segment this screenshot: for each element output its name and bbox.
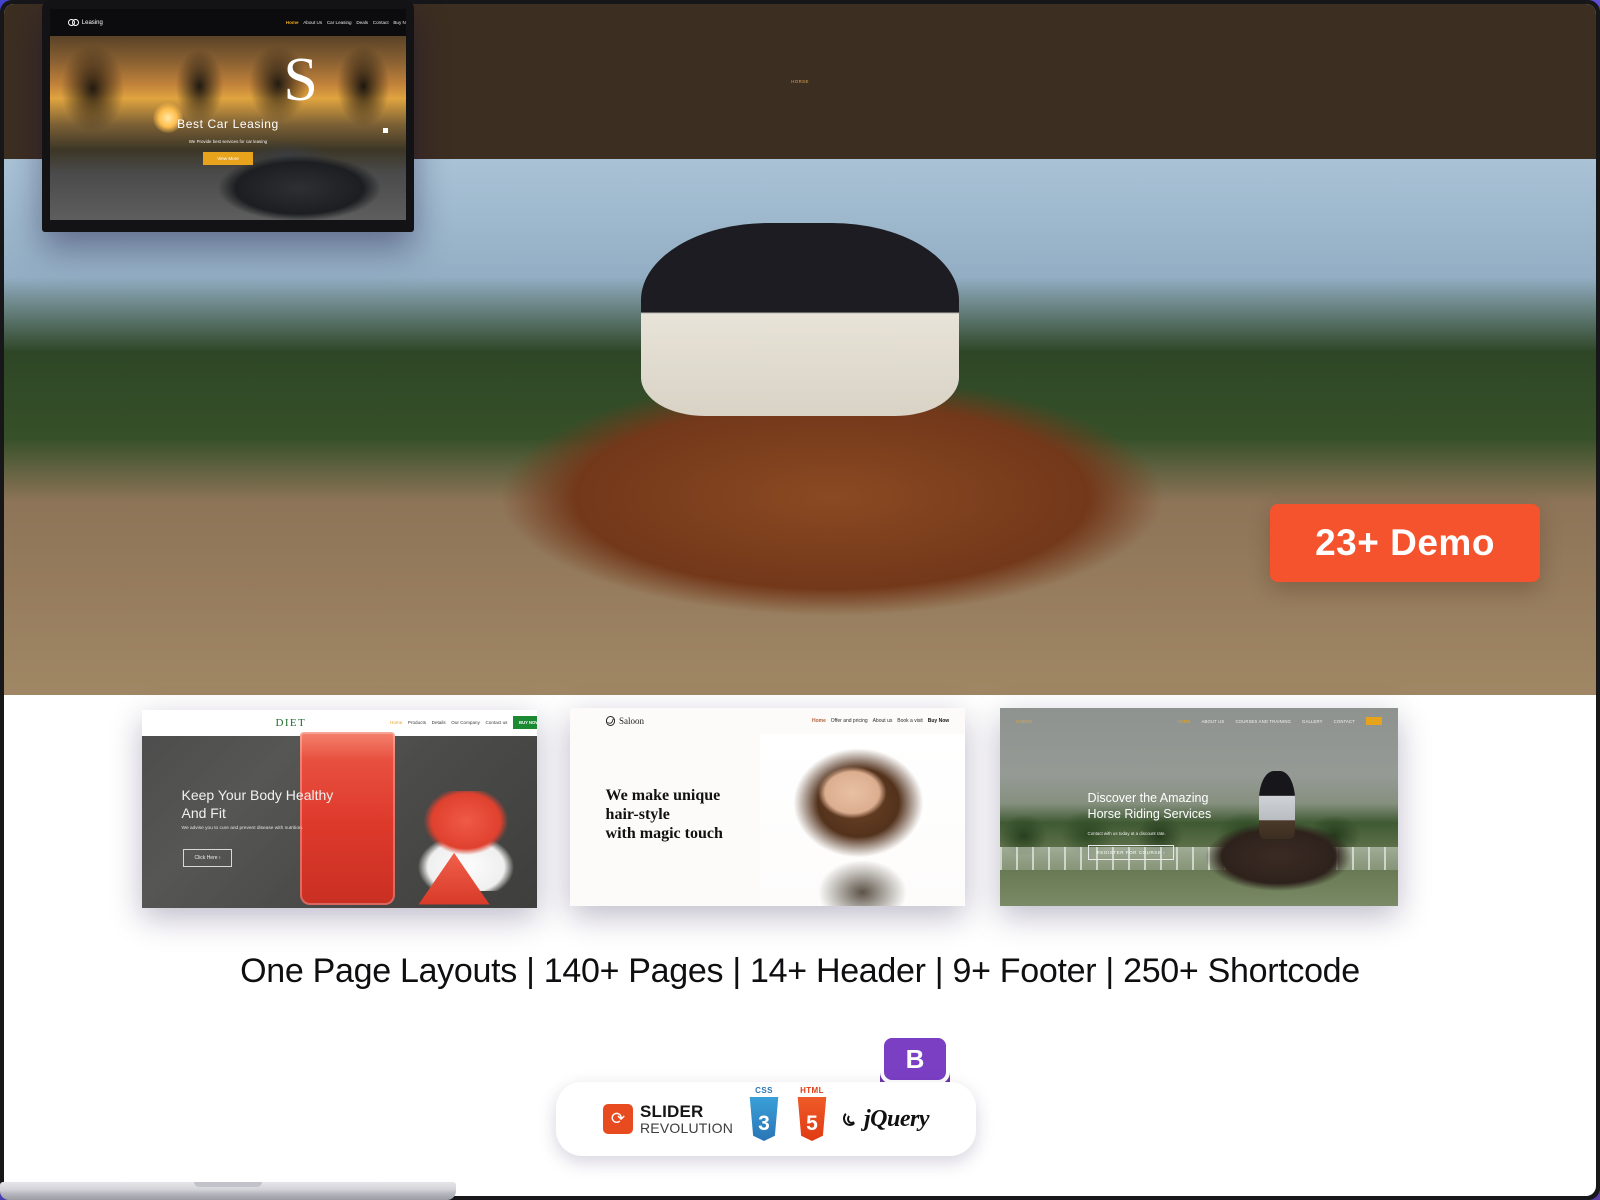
- diet-headline-line1: Keep Your Body Healthy: [181, 787, 334, 804]
- car-wheels-icon: [67, 18, 79, 26]
- nav-book-a-visit[interactable]: Book a visit: [897, 718, 923, 724]
- html5-cap-label: HTML: [800, 1086, 824, 1095]
- nav-car-leasing[interactable]: Car Leasing: [327, 20, 352, 25]
- nav-our-company[interactable]: Our Company: [451, 720, 480, 725]
- rider-shape: [1258, 771, 1295, 839]
- horse-headline-line1: Discover the Amazing: [1087, 791, 1209, 806]
- leasing-slider-indicator[interactable]: [383, 128, 389, 134]
- nav-contact[interactable]: CONTACT: [1334, 719, 1355, 724]
- nav-courses-and-training[interactable]: COURSES AND TRAINING: [1235, 719, 1291, 724]
- css3-cap-label: CSS: [755, 1086, 773, 1095]
- saloon-navbar: Saloon Home Offer and pricing About us B…: [570, 708, 965, 734]
- leasing-car-photo: [199, 135, 399, 220]
- saloon-logo-mark-icon: [605, 716, 615, 726]
- laptop-screen: Leasing Home About Us Car Leasing Deals …: [50, 9, 406, 220]
- nav-gallery[interactable]: GALLERY: [1302, 719, 1323, 724]
- nav-about-us[interactable]: About us: [873, 718, 893, 724]
- horse-logo: HORSE: [1016, 718, 1033, 724]
- html5-badge-icon: HTML 5: [795, 1086, 829, 1141]
- demo-count-badge: 23+ Demo: [1270, 504, 1540, 582]
- phone-horse-photo: [4, 158, 1596, 696]
- leasing-subtext: We Provide best services for car leasing: [188, 139, 268, 145]
- phone-horse-logo: HORSE: [791, 78, 809, 84]
- diet-click-here-button[interactable]: Click Here ›: [183, 849, 232, 868]
- jquery-name: jQuery: [864, 1105, 930, 1132]
- saloon-nav-links: Home Offer and pricing About us Book a v…: [812, 718, 949, 724]
- diet-buy-now-button[interactable]: BUY NOW: [513, 716, 537, 730]
- nav-deals[interactable]: Deals: [356, 20, 368, 25]
- nav-offer-pricing[interactable]: Offer and pricing: [831, 718, 868, 724]
- mockup-phone-horse-site: HORSE We have 10 years of experience Exp…: [0, 0, 1600, 1200]
- saloon-headline-line3: with magic touch: [605, 824, 723, 842]
- nav-home[interactable]: Home: [286, 20, 299, 25]
- nav-home[interactable]: Home: [812, 718, 826, 724]
- poster-canvas: S Spinx HTML - One Page Parallax JEWELS …: [0, 0, 1600, 1200]
- leasing-view-more-button[interactable]: View More: [203, 152, 253, 166]
- horse-register-button[interactable]: REGISTER FOR COURSE ›: [1087, 844, 1175, 860]
- jquery-badge: jQuery: [843, 1105, 930, 1133]
- laptop-lid: Leasing Home About Us Car Leasing Deals …: [42, 0, 414, 232]
- jquery-arc-icon: [843, 1109, 859, 1129]
- nav-about-us[interactable]: About Us: [303, 20, 322, 25]
- horse-cta-button[interactable]: [1366, 717, 1382, 725]
- rider-shape: [640, 223, 960, 417]
- nav-products[interactable]: Products: [408, 720, 426, 725]
- saloon-headline-line1: We make unique: [605, 787, 721, 805]
- horse-headline: Discover the Amazing Horse Riding Servic…: [1088, 791, 1212, 823]
- mockup-horse-riding-site: HORSE HOME ABOUT US COURSES AND TRAINING…: [1000, 708, 1398, 906]
- nav-about-us[interactable]: ABOUT US: [1202, 719, 1225, 724]
- refresh-icon: ⟳: [602, 1104, 633, 1134]
- leasing-nav-links: Home About Us Car Leasing Deals Contact …: [286, 20, 406, 25]
- tech-badge-bar: ⟳ SLIDER REVOLUTION CSS 3 HTML 5 jQuery: [556, 1082, 976, 1156]
- saloon-headline-line2: hair-style: [605, 806, 670, 824]
- leasing-logo: Leasing: [67, 18, 103, 26]
- slider-revolution-badge: ⟳ SLIDER REVOLUTION: [602, 1101, 733, 1136]
- diet-headline: Keep Your Body Healthy And Fit: [182, 787, 334, 822]
- diet-headline-line2: And Fit: [181, 804, 226, 821]
- nav-contact[interactable]: Contact: [373, 20, 389, 25]
- bootstrap-layer-1: B: [880, 1034, 950, 1084]
- laptop-base: [0, 1182, 456, 1200]
- mockup-saloon-site-bottom: Saloon Home Offer and pricing About us B…: [570, 708, 965, 906]
- html5-number: 5: [806, 1112, 818, 1135]
- nav-home[interactable]: HOME: [1177, 719, 1190, 724]
- horse-nav-links: HOME ABOUT US COURSES AND TRAINING GALLE…: [1177, 717, 1382, 725]
- bootstrap-letter: B: [905, 1043, 925, 1074]
- leasing-headline: Best Car Leasing: [177, 117, 279, 132]
- saloon-logo: Saloon: [605, 715, 644, 726]
- leasing-trees: [50, 36, 406, 151]
- saloon-headline: We make unique hair-style with magic tou…: [606, 787, 723, 844]
- saloon-logo-text: Saloon: [618, 715, 644, 726]
- saloon-page-bottom: Saloon Home Offer and pricing About us B…: [570, 708, 965, 906]
- horse-subtext: Contact with us today at a discount rate…: [1087, 830, 1166, 836]
- diet-hero-photo: Keep Your Body Healthy And Fit We advise…: [142, 732, 537, 908]
- leasing-logo-text: Leasing: [81, 19, 103, 26]
- nav-contact-us[interactable]: Contact us: [485, 720, 507, 725]
- slider-text-line1: SLIDER: [639, 1101, 704, 1121]
- feature-caption: One Page Layouts | 140+ Pages | 14+ Head…: [240, 952, 1360, 990]
- horse-headline-line2: Horse Riding Services: [1087, 806, 1212, 821]
- leasing-hero-photo: Best Car Leasing We Provide best service…: [50, 36, 406, 220]
- nav-details[interactable]: Details: [432, 720, 446, 725]
- laptop-notch: [194, 1182, 262, 1187]
- slider-revolution-text: SLIDER REVOLUTION: [639, 1101, 733, 1136]
- diet-logo: DIET: [275, 716, 307, 729]
- slider-text-line2: REVOLUTION: [639, 1119, 733, 1136]
- horse-navbar: HORSE HOME ABOUT US COURSES AND TRAINING…: [1000, 712, 1398, 730]
- diet-nav-links: Home Products Details Our Company Contac…: [390, 716, 537, 730]
- nav-buy-now[interactable]: Buy Now: [928, 718, 949, 724]
- leasing-navbar: Leasing Home About Us Car Leasing Deals …: [50, 9, 406, 37]
- saloon-model-photo: [759, 733, 965, 906]
- css3-badge-icon: CSS 3: [747, 1086, 781, 1141]
- css3-number: 3: [758, 1112, 770, 1135]
- diet-subtext: We advise you to cure and prevent diseas…: [181, 826, 304, 832]
- mockup-diet-site: DIET Home Products Details Our Company C…: [142, 710, 537, 908]
- logo-letter: S: [283, 45, 318, 114]
- nav-home[interactable]: Home: [390, 720, 402, 725]
- nav-buy-now[interactable]: Buy Now: [393, 20, 406, 25]
